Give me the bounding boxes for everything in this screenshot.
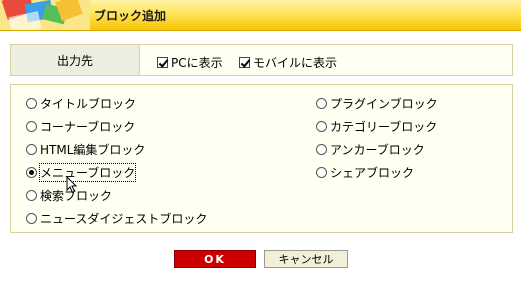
block-option-label: ニュースダイジェストブロック xyxy=(40,211,208,226)
block-option-title[interactable]: タイトルブロック xyxy=(26,95,136,111)
radio-share[interactable] xyxy=(316,166,327,178)
ok-button[interactable]: OK xyxy=(174,250,256,268)
radio-corner[interactable] xyxy=(26,120,37,132)
radio-plugin[interactable] xyxy=(316,97,327,109)
block-option-corner[interactable]: コーナーブロック xyxy=(26,118,135,134)
radio-news-digest[interactable] xyxy=(26,212,37,224)
cancel-button[interactable]: キャンセル xyxy=(264,250,348,268)
app-logo-icon xyxy=(0,0,90,30)
block-option-label: カテゴリーブロック xyxy=(330,119,438,134)
block-option-html-edit[interactable]: HTML編集ブロック xyxy=(26,141,145,157)
radio-search[interactable] xyxy=(26,189,37,201)
block-option-plugin[interactable]: プラグインブロック xyxy=(316,95,438,111)
pc-display-checkbox[interactable]: PCに表示 xyxy=(157,54,223,71)
output-destination-panel: 出力先 PCに表示 モバイルに表示 xyxy=(10,44,513,76)
block-option-news-digest[interactable]: ニュースダイジェストブロック xyxy=(26,210,207,226)
block-option-category[interactable]: カテゴリーブロック xyxy=(316,118,437,134)
block-option-menu[interactable]: メニューブロック xyxy=(26,162,137,182)
pc-display-label: PCに表示 xyxy=(171,56,223,70)
block-option-anchor[interactable]: アンカーブロック xyxy=(316,141,425,157)
radio-anchor[interactable] xyxy=(316,143,327,155)
block-type-panel: タイトルブロック コーナーブロック HTML編集ブロック メニューブロック 検索… xyxy=(10,84,513,233)
mobile-display-label: モバイルに表示 xyxy=(253,56,338,70)
title-bar: ブロック追加 xyxy=(0,0,521,31)
output-destination-label: 出力先 xyxy=(11,45,140,75)
block-option-label: HTML編集ブロック xyxy=(40,142,146,157)
mobile-display-checkbox[interactable]: モバイルに表示 xyxy=(239,54,337,71)
block-option-label: メニューブロック xyxy=(38,162,137,182)
radio-menu[interactable] xyxy=(26,166,37,178)
block-option-label: プラグインブロック xyxy=(330,96,438,111)
block-option-label: コーナーブロック xyxy=(40,119,136,134)
radio-title[interactable] xyxy=(26,97,37,109)
radio-category[interactable] xyxy=(316,120,327,132)
radio-html-edit[interactable] xyxy=(26,143,37,155)
block-option-share[interactable]: シェアブロック xyxy=(316,164,414,180)
block-option-label: シェアブロック xyxy=(330,165,415,180)
mobile-display-checkbox-box[interactable] xyxy=(239,57,250,68)
block-option-label: アンカーブロック xyxy=(330,142,425,157)
dialog-title: ブロック追加 xyxy=(94,9,167,23)
block-option-label: タイトルブロック xyxy=(40,96,137,111)
mouse-pointer-icon xyxy=(66,176,78,194)
pc-display-checkbox-box[interactable] xyxy=(157,57,168,68)
